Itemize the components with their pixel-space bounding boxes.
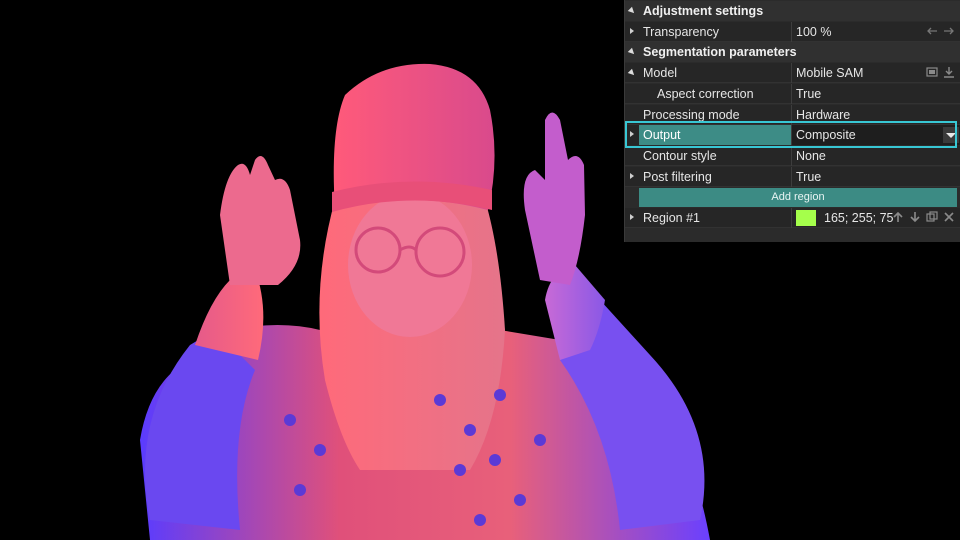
collapse-arrow-icon[interactable] [625,42,639,62]
output-dropdown[interactable]: Composite [792,125,960,145]
category-label: Segmentation parameters [643,45,797,59]
category-adjustment-settings[interactable]: Adjustment settings [625,1,960,21]
category-label: Adjustment settings [643,4,764,18]
arrow-right-icon[interactable] [943,25,955,37]
property-model[interactable]: Model Mobile SAM [625,62,960,83]
arrow-left-icon[interactable] [926,25,938,37]
property-post-filtering[interactable]: Post filtering True [625,166,960,187]
property-name: Region #1 [643,210,700,225]
category-segmentation-parameters[interactable]: Segmentation parameters [625,42,960,62]
duplicate-icon[interactable] [926,210,938,223]
transparency-value[interactable]: 100 % [792,22,960,42]
property-value: 100 % [796,24,832,39]
contour-style-value[interactable]: None [792,146,960,166]
region-color-value[interactable]: 165; 255; 75 [792,208,960,228]
property-value: Mobile SAM [796,65,864,80]
expand-arrow-icon[interactable] [625,22,639,42]
region-color-text: 165; 255; 75 [824,210,894,225]
property-name: Post filtering [643,169,712,184]
property-contour-style[interactable]: Contour style None [625,145,960,166]
aspect-correction-value[interactable]: True [792,84,960,104]
expand-arrow-icon[interactable] [625,208,639,228]
property-aspect-correction[interactable]: Aspect correction True [625,83,960,104]
property-region-1[interactable]: Region #1 165; 255; 75 [625,207,960,228]
property-name: Aspect correction [657,86,754,101]
expand-arrow-icon[interactable] [625,125,639,145]
chevron-down-icon[interactable] [943,127,959,143]
expand-arrow-icon[interactable] [625,167,639,187]
post-filtering-value[interactable]: True [792,167,960,187]
property-name: Processing mode [643,107,740,122]
add-region-button[interactable]: Add region [639,188,957,207]
collapse-arrow-icon[interactable] [625,1,639,21]
processing-mode-value[interactable]: Hardware [792,105,960,125]
property-processing-mode[interactable]: Processing mode Hardware [625,104,960,125]
property-name: Model [643,65,678,80]
property-name: Transparency [643,24,719,39]
model-value[interactable]: Mobile SAM [792,63,960,83]
folder-icon[interactable] [926,66,938,78]
download-icon[interactable] [943,66,955,78]
dropdown-selected-value: Composite [796,128,856,142]
move-down-icon[interactable] [909,211,921,223]
close-icon[interactable] [943,211,955,223]
move-up-icon[interactable] [892,211,904,223]
property-name: Output [639,125,791,145]
color-swatch[interactable] [796,210,816,227]
property-panel: Adjustment settings Transparency 100 % S… [624,0,960,242]
collapse-arrow-icon[interactable] [625,63,639,83]
property-transparency[interactable]: Transparency 100 % [625,21,960,42]
property-output[interactable]: Output Composite [625,125,960,145]
property-name: Contour style [643,148,717,163]
